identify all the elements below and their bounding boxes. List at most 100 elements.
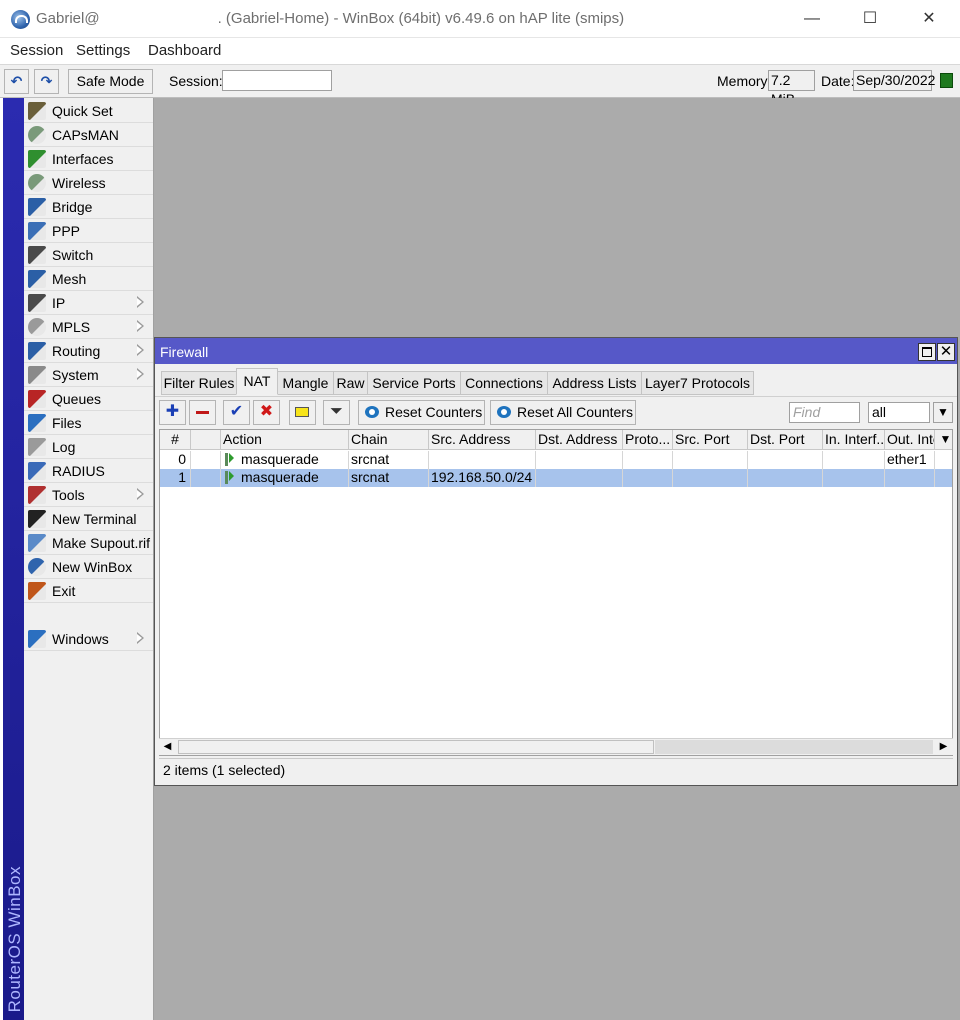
reset-counters-button[interactable]: Reset Counters — [358, 400, 485, 425]
close-window-icon[interactable]: ✕ — [937, 343, 955, 361]
tab-raw[interactable]: Raw — [333, 371, 368, 395]
sidebar-item-log[interactable]: Log — [24, 435, 153, 459]
column-header[interactable]: Dst. Address — [536, 430, 623, 450]
sidebar-item-windows[interactable]: Windows — [24, 627, 153, 651]
nat-table: # Action Chain Src. Address Dst. Address Prot… — [159, 429, 953, 756]
sidebar-item-new-terminal[interactable]: New Terminal — [24, 507, 153, 531]
filter-icon[interactable]: ⏷ — [323, 400, 350, 425]
sidebar-item-ip[interactable]: IP — [24, 291, 153, 315]
maximize-window-icon[interactable] — [918, 343, 936, 361]
sidebar-item-exit[interactable]: Exit — [24, 579, 153, 603]
brand-strip: RouterOS WinBox — [3, 98, 24, 1020]
supout-icon — [28, 534, 46, 552]
session-field[interactable] — [222, 70, 332, 91]
sidebar-item-mpls[interactable]: MPLS — [24, 315, 153, 339]
column-header[interactable]: Src. Address — [429, 430, 536, 450]
routing-icon — [28, 342, 46, 360]
menu-bar: Session Settings Dashboard — [0, 38, 960, 64]
maximize-button[interactable]: ☐ — [841, 0, 899, 38]
wand-icon — [28, 102, 46, 120]
sidebar: Quick Set CAPsMAN Interfaces Wireless Bridge… — [24, 98, 154, 1020]
column-header[interactable]: # — [160, 430, 191, 450]
column-header[interactable]: Dst. Port — [748, 430, 823, 450]
tab-layer7-protocols[interactable]: Layer7 Protocols — [641, 371, 754, 395]
tab-service-ports[interactable]: Service Ports — [367, 371, 461, 395]
sidebar-item-new-winbox[interactable]: New WinBox — [24, 555, 153, 579]
ip-icon — [28, 294, 46, 312]
sidebar-item-label: New WinBox — [52, 559, 133, 575]
tab-filter-rules[interactable]: Filter Rules — [161, 371, 237, 395]
sidebar-item-files[interactable]: Files — [24, 411, 153, 435]
tab-nat[interactable]: NAT — [236, 368, 278, 395]
add-icon[interactable]: ✚ — [159, 400, 186, 425]
sidebar-item-quick-set[interactable]: Quick Set — [24, 99, 153, 123]
scroll-track[interactable] — [655, 740, 933, 754]
sidebar-item-label: Make Supout.rif — [52, 535, 151, 551]
scroll-left-icon[interactable]: ◀ — [159, 739, 176, 756]
scroll-right-icon[interactable]: ▶ — [935, 739, 952, 756]
tab-connections[interactable]: Connections — [460, 371, 548, 395]
gear-icon — [28, 366, 46, 384]
switch-icon — [28, 246, 46, 264]
safe-mode-button[interactable]: Safe Mode — [68, 69, 153, 94]
sidebar-item-wireless[interactable]: Wireless — [24, 171, 153, 195]
sidebar-item-ppp[interactable]: PPP — [24, 219, 153, 243]
filter-dropdown-icon[interactable]: ▼ — [933, 402, 953, 423]
table-row[interactable]: 0 masquerade srcnat ether1 — [160, 451, 952, 469]
firewall-title-bar[interactable]: Firewall ✕ — [155, 338, 957, 364]
sidebar-item-switch[interactable]: Switch — [24, 243, 153, 267]
disable-icon[interactable]: ✖ — [253, 400, 280, 425]
sidebar-item-label: Queues — [52, 391, 102, 407]
table-row[interactable]: 1 masquerade srcnat 192.168.50.0/24 — [160, 469, 952, 487]
horizontal-scrollbar[interactable]: ◀ ▶ — [159, 738, 953, 755]
column-header[interactable]: Action — [221, 430, 349, 450]
accept-action-icon — [225, 471, 235, 484]
table-cell: srcnat — [349, 451, 429, 469]
sidebar-item-system[interactable]: System — [24, 363, 153, 387]
undo-icon[interactable]: ↶ — [4, 69, 29, 94]
sidebar-item-label: Routing — [52, 343, 101, 359]
menu-settings[interactable]: Settings — [76, 42, 130, 59]
table-cell: 0 — [160, 451, 191, 469]
menu-dashboard[interactable]: Dashboard — [148, 42, 221, 59]
redo-icon[interactable]: ↷ — [34, 69, 59, 94]
remove-icon[interactable] — [189, 400, 216, 425]
sidebar-item-radius[interactable]: RADIUS — [24, 459, 153, 483]
find-input[interactable]: Find — [789, 402, 860, 423]
reset-all-counters-button[interactable]: Reset All Counters — [490, 400, 636, 425]
menu-session[interactable]: Session — [10, 42, 63, 59]
comment-icon[interactable] — [289, 400, 316, 425]
filter-select[interactable]: all — [868, 402, 930, 423]
column-header[interactable]: Out. Inte — [885, 430, 935, 450]
table-cell — [536, 451, 623, 469]
enable-icon[interactable]: ✔ — [223, 400, 250, 425]
sidebar-item-make-supout-rif[interactable]: Make Supout.rif — [24, 531, 153, 555]
column-header[interactable]: In. Interf... — [823, 430, 885, 450]
minimize-button[interactable]: — — [783, 0, 841, 38]
tab-mangle[interactable]: Mangle — [277, 371, 334, 395]
status-bar: 2 items (1 selected) — [159, 758, 953, 782]
submenu-arrow-icon — [137, 320, 144, 332]
scroll-thumb[interactable] — [178, 740, 654, 754]
sidebar-item-routing[interactable]: Routing — [24, 339, 153, 363]
sidebar-item-tools[interactable]: Tools — [24, 483, 153, 507]
sidebar-item-label: MPLS — [52, 319, 91, 335]
brand-vertical-text: RouterOS WinBox — [5, 865, 24, 1012]
close-button[interactable]: ✕ — [900, 0, 958, 38]
sidebar-item-capsman[interactable]: CAPsMAN — [24, 123, 153, 147]
sidebar-item-mesh[interactable]: Mesh — [24, 267, 153, 291]
column-header[interactable]: Chain — [349, 430, 429, 450]
column-chooser-icon[interactable]: ▼ — [935, 430, 952, 450]
accept-action-icon — [225, 453, 235, 466]
sidebar-item-bridge[interactable]: Bridge — [24, 195, 153, 219]
sidebar-item-queues[interactable]: Queues — [24, 387, 153, 411]
table-cell — [823, 451, 885, 469]
queues-icon — [28, 390, 46, 408]
tab-address-lists[interactable]: Address Lists — [547, 371, 642, 395]
winbox-logo-icon — [11, 10, 30, 29]
sidebar-item-interfaces[interactable]: Interfaces — [24, 147, 153, 171]
column-header[interactable]: Proto... — [623, 430, 673, 450]
table-cell — [748, 451, 823, 469]
column-header[interactable]: Src. Port — [673, 430, 748, 450]
column-header[interactable] — [191, 430, 221, 450]
